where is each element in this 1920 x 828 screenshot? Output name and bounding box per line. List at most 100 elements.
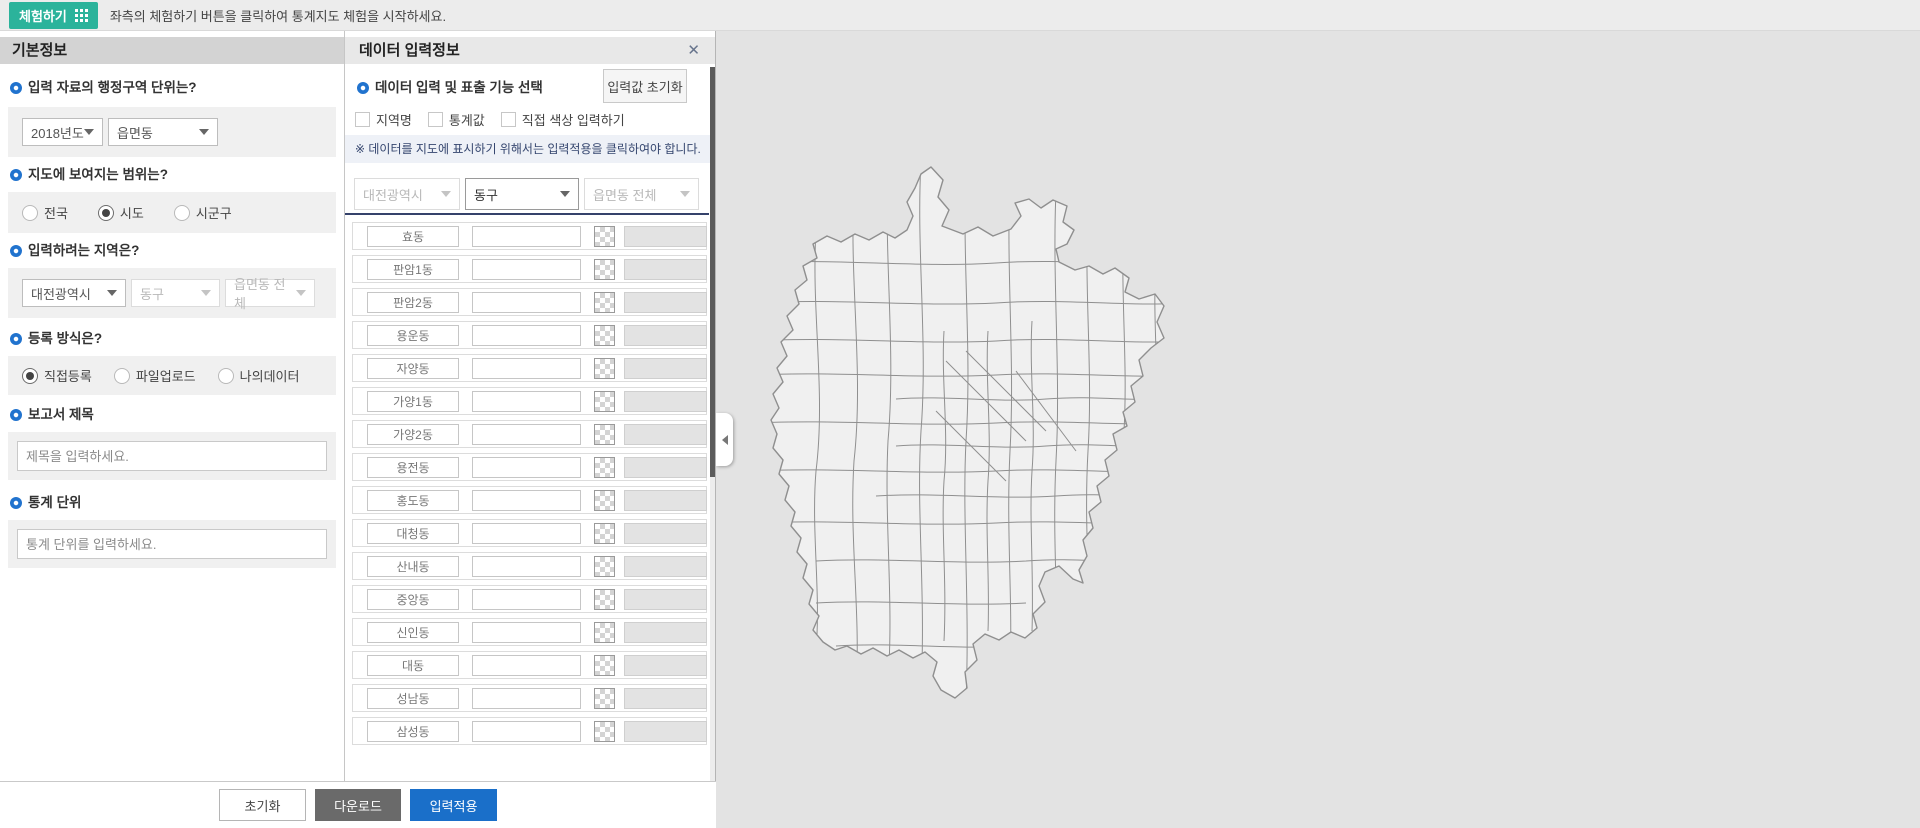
row-region-name: 대청동	[367, 523, 459, 544]
radio-my-data[interactable]: 나의데이터	[218, 366, 300, 385]
row-disabled-field	[624, 259, 707, 280]
row-color-swatch[interactable]	[594, 325, 615, 346]
download-button[interactable]: 다운로드	[315, 789, 401, 821]
row-color-swatch[interactable]	[594, 589, 615, 610]
radio-direct-register[interactable]: 직접등록	[22, 366, 92, 385]
checkbox-region-name[interactable]: 지역명	[355, 110, 412, 129]
row-color-swatch[interactable]	[594, 490, 615, 511]
row-region-name: 자양동	[367, 358, 459, 379]
bullet-icon	[10, 245, 22, 257]
checkbox-icon	[501, 112, 516, 127]
close-icon[interactable]: ✕	[687, 42, 700, 59]
try-button[interactable]: 체험하기	[9, 2, 98, 29]
row-region-name: 신인동	[367, 622, 459, 643]
row-color-swatch[interactable]	[594, 523, 615, 544]
reset-button[interactable]: 초기화	[219, 789, 306, 821]
row-value-input[interactable]	[472, 490, 581, 511]
row-color-swatch[interactable]	[594, 721, 615, 742]
row-value-input[interactable]	[472, 655, 581, 676]
row-value-input[interactable]	[472, 457, 581, 478]
daejeon-district-map	[716, 31, 1920, 828]
table-row: 용전동	[352, 453, 707, 481]
bullet-icon	[10, 169, 22, 181]
admin-unit-strip: 2018년도 읍면동	[8, 107, 336, 157]
row-disabled-field	[624, 358, 707, 379]
table-row: 삼성동	[352, 717, 707, 745]
row-value-input[interactable]	[472, 259, 581, 280]
row-value-input[interactable]	[472, 391, 581, 412]
row-color-swatch[interactable]	[594, 655, 615, 676]
table-row: 판암2동	[352, 288, 707, 316]
checkbox-stat-value[interactable]: 통계값	[428, 110, 485, 129]
bullet-icon	[357, 82, 369, 94]
row-value-input[interactable]	[472, 325, 581, 346]
row-value-input[interactable]	[472, 688, 581, 709]
row-disabled-field	[624, 622, 707, 643]
radio-nationwide[interactable]: 전국	[22, 203, 68, 222]
row-color-swatch[interactable]	[594, 391, 615, 412]
table-row: 대청동	[352, 519, 707, 547]
year-select[interactable]: 2018년도	[22, 118, 103, 146]
row-value-input[interactable]	[472, 523, 581, 544]
grid-menu-icon	[75, 9, 88, 22]
apply-notice: ※ 데이터를 지도에 표시하기 위해서는 입력적용을 클릭하여야 합니다.	[345, 135, 710, 163]
row-color-swatch[interactable]	[594, 292, 615, 313]
basic-info-panel: 기본정보 입력 자료의 행정구역 단위는? 2018년도 읍면동	[0, 31, 345, 781]
row-disabled-field	[624, 490, 707, 511]
row-value-input[interactable]	[472, 622, 581, 643]
map-scope-label: 지도에 보여지는 범위는?	[10, 167, 168, 183]
row-color-swatch[interactable]	[594, 259, 615, 280]
collapse-left-icon	[722, 435, 728, 445]
radio-icon-selected	[98, 205, 114, 221]
row-disabled-field	[624, 589, 707, 610]
report-title-input[interactable]	[17, 441, 327, 471]
chevron-down-icon	[680, 191, 690, 197]
report-title-label: 보고서 제목	[10, 407, 94, 423]
row-color-swatch[interactable]	[594, 688, 615, 709]
data-sigungu-select[interactable]: 동구	[465, 178, 579, 210]
unit-select[interactable]: 읍면동	[108, 118, 218, 146]
row-disabled-field	[624, 721, 707, 742]
reset-values-button[interactable]: 입력값 초기화	[603, 69, 687, 103]
row-value-input[interactable]	[472, 556, 581, 577]
row-region-name: 판암1동	[367, 259, 459, 280]
row-color-swatch[interactable]	[594, 556, 615, 577]
sido-select[interactable]: 대전광역시	[22, 279, 126, 307]
row-color-swatch[interactable]	[594, 622, 615, 643]
footer-bar: 초기화 다운로드 입력적용	[0, 781, 716, 828]
table-row: 용운동	[352, 321, 707, 349]
top-bar: 체험하기 좌측의 체험하기 버튼을 클릭하여 통계지도 체험을 시작하세요.	[0, 0, 1920, 31]
row-region-name: 효동	[367, 226, 459, 247]
map-canvas[interactable]	[716, 31, 1920, 828]
apply-button[interactable]: 입력적용	[410, 789, 497, 821]
row-value-input[interactable]	[472, 292, 581, 313]
row-value-input[interactable]	[472, 358, 581, 379]
row-color-swatch[interactable]	[594, 424, 615, 445]
row-disabled-field	[624, 688, 707, 709]
table-row: 가양1동	[352, 387, 707, 415]
table-row: 대동	[352, 651, 707, 679]
checkbox-icon	[428, 112, 443, 127]
row-disabled-field	[624, 292, 707, 313]
row-region-name: 용운동	[367, 325, 459, 346]
panel-collapse-handle[interactable]	[716, 413, 733, 466]
row-value-input[interactable]	[472, 721, 581, 742]
row-value-input[interactable]	[472, 424, 581, 445]
radio-file-upload[interactable]: 파일업로드	[114, 366, 196, 385]
radio-sido[interactable]: 시도	[98, 203, 144, 222]
panel-scrollbar-thumb[interactable]	[710, 67, 715, 477]
stat-unit-input[interactable]	[17, 529, 327, 559]
radio-sigungu[interactable]: 시군구	[174, 203, 232, 222]
row-color-swatch[interactable]	[594, 358, 615, 379]
row-value-input[interactable]	[472, 226, 581, 247]
radio-icon	[114, 368, 130, 384]
region-label: 입력하려는 지역은?	[10, 243, 139, 259]
checkbox-custom-color[interactable]: 직접 색상 입력하기	[501, 110, 625, 129]
row-disabled-field	[624, 457, 707, 478]
row-color-swatch[interactable]	[594, 226, 615, 247]
row-color-swatch[interactable]	[594, 457, 615, 478]
data-input-panel: 데이터 입력정보 ✕ 데이터 입력 및 표출 기능 선택 입력값 초기화 지역명	[345, 31, 716, 781]
row-region-name: 판암2동	[367, 292, 459, 313]
row-value-input[interactable]	[472, 589, 581, 610]
data-region-selects: 대전광역시 동구 읍면동 전체	[354, 178, 699, 210]
